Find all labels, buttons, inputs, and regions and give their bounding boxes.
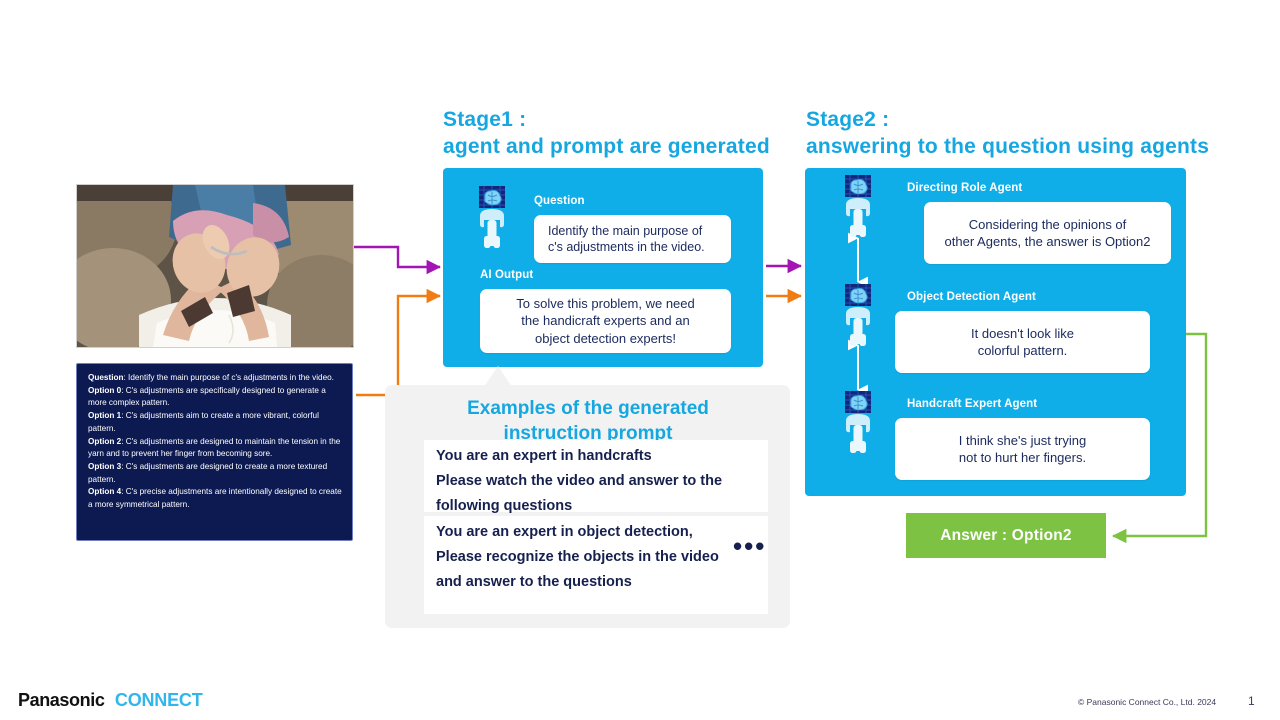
- agent-label-object-detection: Object Detection Agent: [907, 291, 1036, 303]
- ai-agent-icon: [838, 284, 878, 346]
- stage1-ai-output-bubble: To solve this problem, we need the handi…: [480, 289, 731, 353]
- agent-label-directing-role: Directing Role Agent: [907, 182, 1023, 194]
- arrow-question-to-stage1: [356, 288, 441, 397]
- option-row: Option 3: C's adjustments are designed t…: [88, 461, 328, 484]
- video-thumbnail[interactable]: [76, 184, 354, 348]
- copyright-text: © Panasonic Connect Co., Ltd. 2024: [1078, 697, 1217, 707]
- question-options-card: Question: Identify the main purpose of c…: [76, 363, 353, 541]
- answer-badge: Answer : Option2: [906, 513, 1106, 558]
- instruction-prompt-box-2: You are an expert in object detection, P…: [424, 516, 768, 614]
- ai-agent-icon: [838, 391, 878, 453]
- logo-panasonic-text: Panasonic: [18, 690, 105, 710]
- option-row: Option 1: C's adjustments aim to create …: [88, 411, 319, 433]
- instruction-prompt-box-1: You are an expert in handcrafts Please w…: [424, 440, 768, 514]
- option-text: C's precise adjustments are intentionall…: [88, 487, 342, 510]
- agent-message-directing-role: Considering the opinions of other Agents…: [924, 202, 1171, 264]
- question-text: Identify the main purpose of c's adjustm…: [128, 373, 334, 382]
- question-label: Question: [88, 373, 124, 382]
- agent-message-object-detection: It doesn't look like colorful pattern.: [895, 311, 1150, 373]
- stage1-question-bubble: Identify the main purpose of c's adjustm…: [534, 215, 731, 263]
- agent-message-handcraft-expert: I think she's just trying not to hurt he…: [895, 418, 1150, 480]
- stage1-heading: Stage1 : agent and prompt are generated: [443, 108, 770, 159]
- option-label: Option 0: [88, 385, 122, 395]
- option-row: Option 4: C's precise adjustments are in…: [88, 487, 342, 510]
- option-row: Option 2: C's adjustments are designed t…: [88, 436, 341, 459]
- ai-agent-icon: [838, 175, 878, 237]
- ai-output-section-label: AI Output: [480, 269, 534, 281]
- option-label: Option 1: [88, 411, 122, 421]
- stage1-panel: Question Identify the main purpose of c'…: [443, 168, 763, 367]
- option-label: Option 2: [88, 436, 122, 446]
- option-label: Option 3: [88, 461, 122, 471]
- question-line: Question: Identify the main purpose of c…: [88, 373, 334, 382]
- agent-label-handcraft-expert: Handcraft Expert Agent: [907, 398, 1038, 410]
- examples-callout-pointer: [484, 366, 512, 387]
- ai-agent-icon: [472, 186, 512, 248]
- stage2-heading: Stage2 : answering to the question using…: [806, 108, 1210, 159]
- examples-title: Examples of the generated instruction pr…: [467, 398, 709, 445]
- option-row: Option 0: C's adjustments are specifical…: [88, 385, 326, 408]
- option-label: Option 4: [88, 487, 122, 497]
- stage2-panel: Directing Role Agent Considering the opi…: [805, 168, 1186, 496]
- question-section-label: Question: [534, 195, 585, 207]
- video-frame-image: [77, 185, 353, 347]
- option-text: C's adjustments are designed to maintain…: [88, 436, 341, 459]
- arrow-video-to-stage1: [352, 245, 441, 275]
- logo-connect-text: CONNECT: [114, 690, 203, 710]
- brand-logo: Panasonic CONNECT: [18, 690, 203, 711]
- page-number: 1: [1248, 694, 1255, 708]
